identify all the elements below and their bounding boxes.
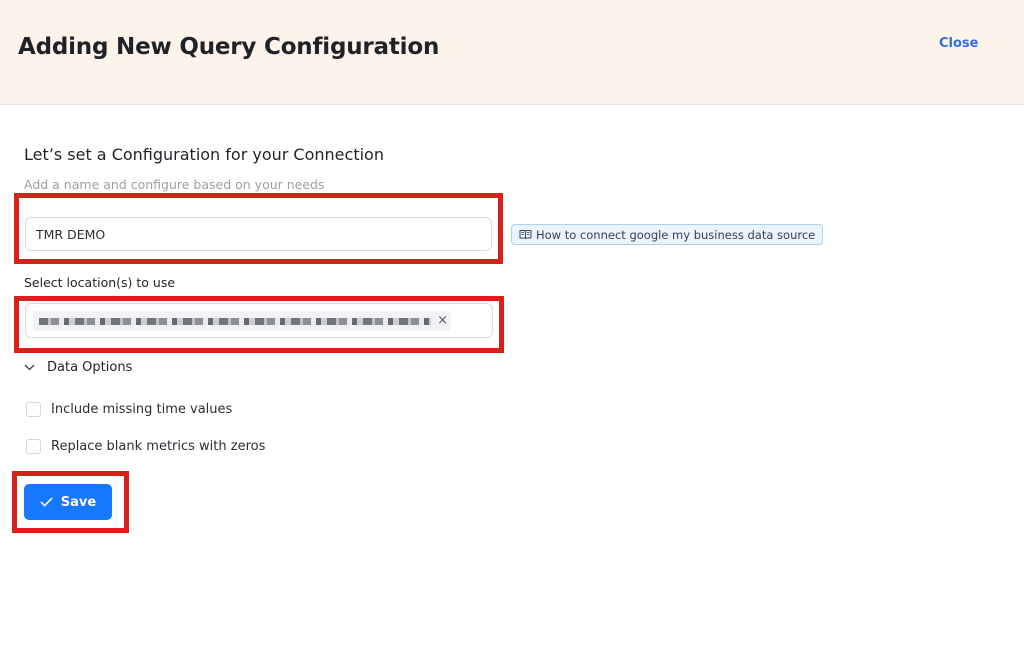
replace-blank-metrics-checkbox[interactable] (26, 439, 41, 454)
configuration-name-input[interactable] (25, 217, 492, 251)
help-link-label: How to connect google my business data s… (536, 227, 816, 242)
option-label: Include missing time values (51, 402, 233, 417)
book-icon (519, 229, 532, 240)
page-header: Adding New Query Configuration Close (0, 0, 1024, 105)
check-icon (40, 497, 53, 507)
include-missing-time-checkbox[interactable] (26, 402, 41, 417)
selected-location-tag: × (33, 311, 451, 331)
help-link[interactable]: How to connect google my business data s… (511, 224, 824, 245)
option-label: Replace blank metrics with zeros (51, 439, 266, 454)
option-replace-blank-metrics: Replace blank metrics with zeros (26, 439, 265, 454)
save-button[interactable]: Save (24, 484, 112, 520)
chevron-down-icon (24, 364, 35, 371)
section-subtitle: Add a name and configure based on your n… (24, 177, 325, 192)
data-options-label: Data Options (47, 360, 133, 375)
location-select[interactable]: × (25, 303, 493, 338)
page-title: Adding New Query Configuration (18, 34, 440, 60)
close-link[interactable]: Close (939, 36, 978, 51)
section-title: Let’s set a Configuration for your Conne… (24, 145, 384, 164)
location-label: Select location(s) to use (24, 275, 176, 290)
option-include-missing-time: Include missing time values (26, 402, 232, 417)
data-options-toggle[interactable]: Data Options (24, 360, 132, 375)
remove-tag-icon[interactable]: × (437, 312, 448, 330)
redacted-location-name (39, 318, 431, 325)
save-button-label: Save (60, 494, 97, 510)
